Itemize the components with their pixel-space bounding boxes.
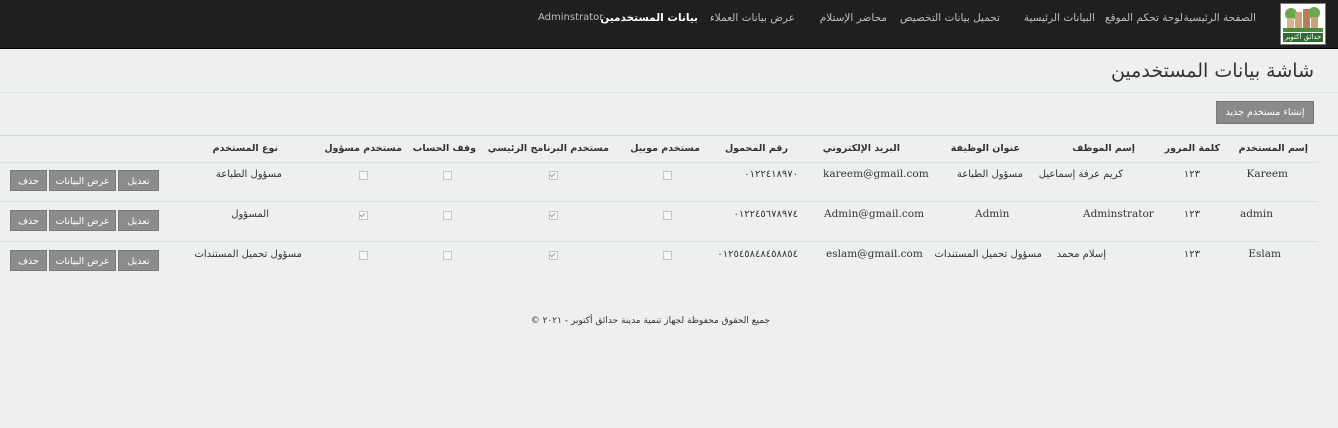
create-user-button[interactable]: إنشاء مستخدم جديد xyxy=(1216,101,1314,124)
cell-user-type: مسؤول الطباعة xyxy=(215,169,282,180)
cell-username: Eslam xyxy=(1248,248,1281,260)
col-header-user-type: نوع المستخدم xyxy=(212,143,278,154)
nav-allocation-upload[interactable]: تحميل بيانات التخصيص xyxy=(900,0,1000,36)
col-header-main-program-user: مستخدم البرنامج الرئيسي xyxy=(487,143,609,154)
cell-employee-name: إسلام محمد xyxy=(1056,249,1106,260)
col-header-username: إسم المستخدم xyxy=(1238,143,1308,154)
cell-employee-name: كريم عرفة إسماعيل xyxy=(1038,169,1123,180)
mobile-user-checkbox[interactable] xyxy=(663,251,672,260)
cell-user-type: مسؤول تحميل المستندات xyxy=(194,249,302,260)
logo-text: حدائق أكتوبر xyxy=(1283,33,1323,42)
delete-button[interactable]: حذف xyxy=(10,170,47,191)
suspended-checkbox[interactable] xyxy=(443,171,452,180)
cell-password: ١٢٣ xyxy=(1183,209,1200,220)
row-divider xyxy=(0,162,1318,163)
page-title: شاشة بيانات المستخدمين xyxy=(1110,60,1314,82)
cell-job-title: Admin xyxy=(975,208,1010,220)
main-user-checkbox[interactable] xyxy=(549,171,558,180)
table-top-border xyxy=(0,135,1338,136)
cell-email: eslam@gmail.com xyxy=(826,248,923,260)
view-data-button[interactable]: عرض البيانات xyxy=(49,170,116,191)
col-header-admin-user: مستخدم مسؤول xyxy=(324,143,402,154)
col-header-mobile-user: مستخدم موبيل xyxy=(630,143,700,154)
edit-button[interactable]: تعديل xyxy=(118,250,159,271)
cell-employee-name: Adminstrator xyxy=(1083,208,1154,220)
mobile-user-checkbox[interactable] xyxy=(663,171,672,180)
col-header-job-title: عنوان الوظيفة xyxy=(950,143,1020,154)
cell-email: Admin@gmail.com xyxy=(824,208,925,220)
edit-button[interactable]: تعديل xyxy=(118,170,159,191)
cell-job-title: مسؤول الطباعة xyxy=(956,169,1023,180)
cell-mobile-number: ٠١٢٥٤٥٨٤٨٤٥٨٨٥٤ xyxy=(717,249,798,260)
site-logo[interactable]: حدائق أكتوبر xyxy=(1280,3,1326,45)
nav-receipt-records[interactable]: محاضر الإستلام xyxy=(820,0,887,36)
main-user-checkbox[interactable] xyxy=(549,211,558,220)
footer-copyright: جميع الحقوق محفوظة لجهاز تنمية مدينة حدا… xyxy=(530,316,770,326)
view-data-button[interactable]: عرض البيانات xyxy=(49,210,116,231)
cell-username: Kareem xyxy=(1246,168,1288,180)
row-divider xyxy=(0,241,1318,242)
title-divider xyxy=(0,92,1338,93)
delete-button[interactable]: حذف xyxy=(10,210,47,231)
mobile-user-checkbox[interactable] xyxy=(663,211,672,220)
col-header-employee-name: إسم الموظف xyxy=(1072,143,1135,154)
nav-users-data[interactable]: بيانات المستخدمين xyxy=(600,0,698,36)
cell-password: ١٢٣ xyxy=(1183,249,1200,260)
cell-mobile-number: ٠١٢٢٤١٨٩٧٠ xyxy=(744,169,798,180)
suspended-checkbox[interactable] xyxy=(443,251,452,260)
suspended-checkbox[interactable] xyxy=(443,211,452,220)
col-header-email: البريد الإلكتروني xyxy=(822,143,900,154)
delete-button[interactable]: حذف xyxy=(10,250,47,271)
admin-user-checkbox[interactable] xyxy=(359,171,368,180)
top-navbar: حدائق أكتوبر الصفحة الرئيسية لوحة تحكم ا… xyxy=(0,0,1338,49)
nav-customers-data[interactable]: عرض بيانات العملاء xyxy=(710,0,795,36)
nav-main-data[interactable]: البيانات الرئيسية xyxy=(1024,0,1095,36)
cell-email: kareem@gmail.com xyxy=(823,168,929,180)
main-user-checkbox[interactable] xyxy=(549,251,558,260)
cell-user-type: المسؤول xyxy=(231,209,269,220)
col-header-account-suspended: وقف الحساب xyxy=(412,143,476,154)
admin-user-checkbox[interactable] xyxy=(359,251,368,260)
cell-password: ١٢٣ xyxy=(1183,169,1200,180)
view-data-button[interactable]: عرض البيانات xyxy=(49,250,116,271)
logo-buildings-icon xyxy=(1283,7,1323,32)
nav-site-dashboard[interactable]: لوحة تحكم الموقع xyxy=(1105,0,1183,36)
col-header-password: كلمة المرور xyxy=(1164,143,1220,154)
col-header-mobile-number: رقم المحمول xyxy=(724,143,788,154)
cell-username: admin xyxy=(1239,208,1273,220)
row-divider xyxy=(0,201,1318,202)
edit-button[interactable]: تعديل xyxy=(118,210,159,231)
cell-mobile-number: ٠١٢٢٤٥٦٧٨٩٧٤ xyxy=(733,209,798,220)
cell-job-title: مسؤول تحميل المستندات xyxy=(934,249,1042,260)
admin-user-checkbox[interactable] xyxy=(359,211,368,220)
nav-home[interactable]: الصفحة الرئيسية xyxy=(1184,0,1256,36)
nav-adminstrator[interactable]: Adminstrator xyxy=(538,0,603,36)
